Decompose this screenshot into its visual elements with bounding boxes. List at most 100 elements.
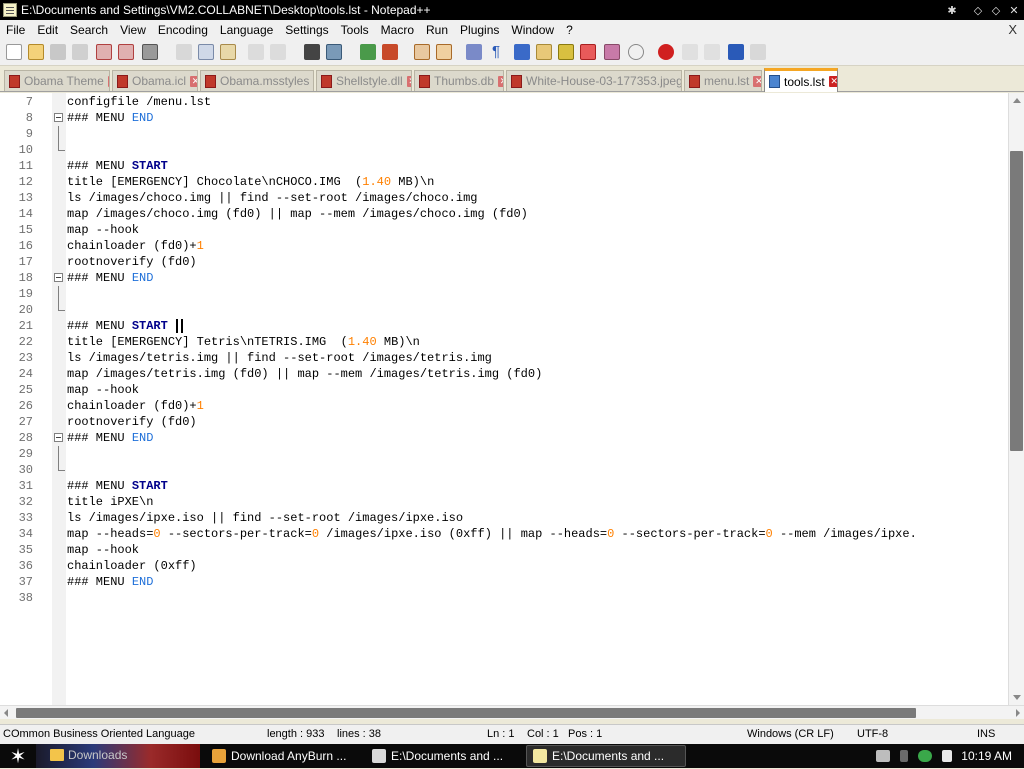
copy-icon[interactable] (198, 44, 214, 60)
code-line[interactable]: 24 map /images/tetris.img (fd0) || map --… (0, 366, 1008, 382)
tab-thumbs-db[interactable]: Thumbs.db ✕ (414, 70, 504, 91)
tab-obama-icl[interactable]: Obama.icl ✕ (112, 70, 198, 91)
zoom-in-icon[interactable] (360, 44, 376, 60)
sync-vertical-icon[interactable] (414, 44, 430, 60)
code-line[interactable]: 22 title [EMERGENCY] Tetris\nTETRIS.IMG (… (0, 334, 1008, 350)
save-all-icon[interactable] (72, 44, 88, 60)
code-line[interactable]: 7 configfile /menu.lst (0, 94, 1008, 110)
taskbar-item-explorer[interactable]: E:\Documents and ... (366, 745, 522, 767)
eye-icon[interactable] (628, 44, 644, 60)
taskbar-item-notepad[interactable]: E:\Documents and ... (526, 745, 686, 767)
monitoring-icon[interactable] (604, 44, 620, 60)
volume-icon[interactable] (900, 750, 909, 762)
open-file-icon[interactable] (28, 44, 44, 60)
tab-close-icon[interactable]: ✕ (313, 76, 314, 87)
menu-language[interactable]: Language (214, 23, 279, 37)
save-macro-icon[interactable] (750, 44, 766, 60)
code-line[interactable]: 9 (0, 126, 1008, 142)
taskbar-item-anyburn[interactable]: Download AnyBurn ... (206, 745, 362, 767)
close-window-button[interactable]: ✕ (1006, 2, 1022, 18)
code-line[interactable]: 35 map --hook (0, 542, 1008, 558)
folder-workspace-icon[interactable] (580, 44, 596, 60)
doc-map-icon[interactable] (536, 44, 552, 60)
code-line[interactable]: 26 chainloader (fd0)+1 (0, 398, 1008, 414)
print-icon[interactable] (142, 44, 158, 60)
code-line[interactable]: 15 map --hook (0, 222, 1008, 238)
tab-shellstyle-dll[interactable]: Shellstyle.dll ✕ (316, 70, 412, 91)
new-file-icon[interactable] (6, 44, 22, 60)
code-line[interactable]: 19 (0, 286, 1008, 302)
tab-white-house-jpeg[interactable]: White-House-03-177353.jpeg ✕ (506, 70, 682, 91)
find-icon[interactable] (304, 44, 320, 60)
sync-horizontal-icon[interactable] (436, 44, 452, 60)
code-line[interactable]: 25 map --hook (0, 382, 1008, 398)
code-line[interactable]: 38 (0, 590, 1008, 606)
close-all-icon[interactable] (118, 44, 134, 60)
scroll-down-icon[interactable] (1013, 695, 1021, 700)
code-line[interactable]: 11 ### MENU START (0, 158, 1008, 174)
vertical-scrollbar[interactable] (1008, 93, 1024, 705)
code-line[interactable]: 29 (0, 446, 1008, 462)
tab-obama-msstyles[interactable]: Obama.msstyles ✕ (200, 70, 314, 91)
run-macro-multiple-icon[interactable] (728, 44, 744, 60)
keyboard-icon[interactable] (876, 750, 891, 762)
code-line[interactable]: 37 ### MENU END (0, 574, 1008, 590)
vertical-scroll-thumb[interactable] (1010, 151, 1023, 451)
code-line[interactable]: 36 chainloader (0xff) (0, 558, 1008, 574)
code-line[interactable]: 12 title [EMERGENCY] Chocolate\nCHOCO.IMG… (0, 174, 1008, 190)
code-line[interactable]: 8 ### MENU END (0, 110, 1008, 126)
menu-edit[interactable]: Edit (31, 23, 64, 37)
undo-icon[interactable] (248, 44, 264, 60)
function-list-icon[interactable] (558, 44, 574, 60)
menu-file[interactable]: File (0, 23, 31, 37)
record-macro-icon[interactable] (658, 44, 674, 60)
tab-close-icon[interactable]: ✕ (190, 75, 197, 87)
paste-icon[interactable] (220, 44, 236, 60)
code-line[interactable]: 10 (0, 142, 1008, 158)
code-line[interactable]: 16 chainloader (fd0)+1 (0, 238, 1008, 254)
menu-window[interactable]: Window (505, 23, 560, 37)
code-line[interactable]: 17 rootnoverify (fd0) (0, 254, 1008, 270)
code-editor[interactable]: 7 configfile /menu.lst 8 ### MENU END 9 10 11 #… (0, 93, 1008, 705)
pilcrow-icon[interactable]: ¶ (488, 44, 504, 60)
fold-collapse-icon[interactable] (54, 113, 63, 122)
code-line[interactable]: 34 map --heads=0 --sectors-per-track=0 /i… (0, 526, 1008, 542)
menu-search[interactable]: Search (64, 23, 114, 37)
menu-encoding[interactable]: Encoding (152, 23, 214, 37)
fold-collapse-icon[interactable] (54, 433, 63, 442)
extra-window-icon[interactable]: ✱ (944, 2, 960, 18)
menu-view[interactable]: View (114, 23, 152, 37)
fold-collapse-icon[interactable] (54, 273, 63, 282)
code-line[interactable]: 30 (0, 462, 1008, 478)
code-line[interactable]: 14 map /images/choco.img (fd0) || map --m… (0, 206, 1008, 222)
start-button[interactable]: ✶ (0, 744, 36, 768)
tab-menu-lst[interactable]: menu.lst ✕ (684, 70, 762, 91)
code-line[interactable]: 32 title iPXE\n (0, 494, 1008, 510)
code-line[interactable]: 20 (0, 302, 1008, 318)
menu-macro[interactable]: Macro (375, 23, 420, 37)
stop-macro-icon[interactable] (682, 44, 698, 60)
replace-icon[interactable] (326, 44, 342, 60)
downloads-folder[interactable]: Downloads (50, 748, 127, 762)
code-line[interactable]: 27 rootnoverify (fd0) (0, 414, 1008, 430)
code-line[interactable]: 33 ls /images/ipxe.iso || find --set-root… (0, 510, 1008, 526)
scroll-up-icon[interactable] (1013, 98, 1021, 103)
play-macro-icon[interactable] (704, 44, 720, 60)
tab-close-icon[interactable]: ✕ (107, 75, 109, 87)
code-line[interactable]: 13 ls /images/choco.img || find --set-roo… (0, 190, 1008, 206)
tab-close-icon[interactable]: ✕ (498, 75, 503, 87)
code-line[interactable]: 28 ### MENU END (0, 430, 1008, 446)
zoom-out-icon[interactable] (382, 44, 398, 60)
menu-run[interactable]: Run (420, 23, 454, 37)
tab-close-icon[interactable]: ✕ (828, 76, 837, 87)
notification-icon[interactable] (942, 750, 953, 762)
code-line[interactable]: 18 ### MENU END (0, 270, 1008, 286)
menu-help[interactable]: ? (560, 23, 579, 37)
maximize-button[interactable]: ◇ (988, 2, 1004, 18)
tab-obama-theme[interactable]: Obama Theme ✕ (4, 70, 110, 91)
scroll-right-icon[interactable] (1016, 709, 1020, 717)
scroll-left-icon[interactable] (4, 709, 8, 717)
close-document-button[interactable]: X (1008, 22, 1017, 37)
code-line[interactable]: 23 ls /images/tetris.img || find --set-ro… (0, 350, 1008, 366)
save-icon[interactable] (50, 44, 66, 60)
